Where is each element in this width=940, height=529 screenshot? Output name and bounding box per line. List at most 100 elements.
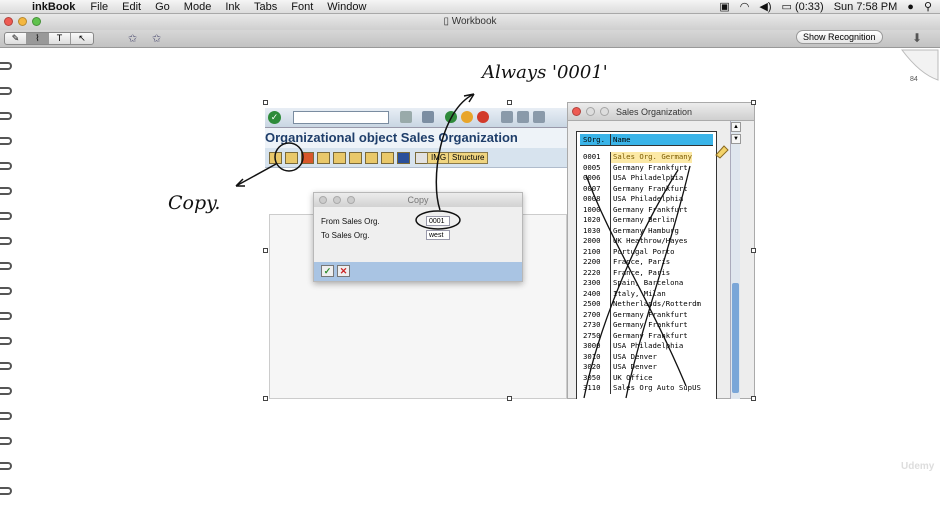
table-row[interactable]: 2300 Spain, Barcelona	[580, 278, 713, 289]
sap-find-next-icon[interactable]	[533, 111, 545, 123]
sap-command-field[interactable]	[293, 111, 389, 124]
scroll-down-icon[interactable]: ▼	[731, 134, 741, 144]
text-tool-button[interactable]: T	[49, 33, 71, 44]
sap-save-icon[interactable]	[422, 111, 434, 123]
spotlight-icon[interactable]: ⚲	[924, 0, 932, 13]
battery-status[interactable]: ▭ (0:33)	[781, 0, 823, 13]
table-row[interactable]: 0006 USA Philadelphia	[580, 173, 713, 184]
bookmark-remove-icon[interactable]: ✩	[152, 32, 161, 45]
table-row[interactable]: 3110 Sales Org Auto SupUS	[580, 383, 713, 394]
table-row[interactable]: 3050 UK Office	[580, 372, 713, 383]
table-row[interactable]: 0007 Germany Frankfurt	[580, 183, 713, 194]
table-row[interactable]: 3000 USA Philadelphia	[580, 341, 713, 352]
table-row[interactable]: 2500 Netherlands/Rotterdm	[580, 299, 713, 310]
sap-copy-org-icon[interactable]	[301, 152, 314, 164]
menu-font[interactable]: Font	[284, 1, 320, 13]
sap-tool-icon[interactable]	[269, 152, 282, 164]
table-row[interactable]: 2730 Germany Frankfurt	[580, 320, 713, 331]
scroll-up-icon[interactable]: ▲	[731, 122, 741, 132]
copy-close-button[interactable]	[319, 196, 327, 204]
table-row[interactable]: 2750 Germany Frankfurt	[580, 330, 713, 341]
sap-copy-icon[interactable]	[285, 152, 298, 164]
copy-minimize-button[interactable]	[333, 196, 341, 204]
sap-enter-icon[interactable]: ✓	[268, 111, 281, 124]
menu-mode[interactable]: Mode	[177, 1, 219, 13]
menu-go[interactable]: Go	[148, 1, 177, 13]
pen-tool-button[interactable]: ✎	[5, 33, 27, 44]
sap-cancel-icon[interactable]	[477, 111, 489, 123]
sap-structure-button[interactable]: Structure	[448, 152, 489, 164]
app-menu[interactable]: inkBook	[32, 1, 83, 13]
table-row[interactable]: 1020 Germany Berlin	[580, 215, 713, 226]
sap-print-icon[interactable]	[501, 111, 513, 123]
table-row[interactable]: 2700 Germany Frankfurt	[580, 309, 713, 320]
sales-org-close-button[interactable]	[572, 107, 581, 116]
from-sales-org-input[interactable]: 0001	[426, 216, 450, 226]
copy-dialog-footer: ✓ ✕	[314, 262, 522, 281]
sap-back-arrow-icon[interactable]	[400, 111, 412, 123]
table-row[interactable]: 2100 Portugal Porto	[580, 246, 713, 257]
copy-cancel-button[interactable]: ✕	[337, 265, 350, 277]
resize-handle[interactable]	[263, 100, 268, 105]
menu-ink[interactable]: Ink	[218, 1, 247, 13]
menu-window[interactable]: Window	[320, 1, 373, 13]
sap-check-icon[interactable]	[365, 152, 378, 164]
sap-exit-icon[interactable]	[461, 111, 473, 123]
volume-icon[interactable]: ◀)	[759, 0, 771, 13]
bookmark-add-icon[interactable]: ✩	[128, 32, 137, 45]
sales-org-zoom-button[interactable]	[600, 107, 609, 116]
download-icon[interactable]: ⬇	[912, 31, 922, 45]
scroll-thumb[interactable]	[732, 283, 739, 393]
page-curl-icon[interactable]	[900, 48, 940, 82]
show-recognition-button[interactable]: Show Recognition	[796, 30, 883, 44]
table-row[interactable]: 2200 France, Paris	[580, 257, 713, 268]
sap-back-icon[interactable]	[445, 111, 457, 123]
table-row[interactable]: 0008 USA Philadelphia	[580, 194, 713, 205]
sap-info-icon[interactable]	[397, 152, 410, 164]
binder-ring	[0, 412, 12, 420]
resize-handle[interactable]	[507, 100, 512, 105]
table-row[interactable]: 1000 Germany Frankfurt	[580, 204, 713, 215]
copy-confirm-button[interactable]: ✓	[321, 265, 334, 277]
resize-handle[interactable]	[751, 248, 756, 253]
resize-handle[interactable]	[751, 100, 756, 105]
clock[interactable]: Sun 7:58 PM	[834, 1, 898, 13]
sap-find-icon[interactable]	[517, 111, 529, 123]
table-row[interactable]: 2400 Italy, Milan	[580, 288, 713, 299]
resize-handle[interactable]	[751, 396, 756, 401]
sales-org-scrollbar[interactable]: ▲ ▼	[730, 121, 741, 399]
header-name[interactable]: Name	[611, 134, 631, 145]
to-sales-org-input[interactable]: west	[426, 230, 450, 240]
table-row[interactable]: 1030 Germany Hamburg	[580, 225, 713, 236]
name-cell: USA Philadelphia	[613, 194, 684, 203]
select-tool-button[interactable]: ↖	[71, 33, 93, 44]
resize-handle[interactable]	[263, 396, 268, 401]
highlighter-tool-button[interactable]: ⌇	[27, 33, 49, 44]
sap-screenshot[interactable]: ✓ Organizational object Sales Organizati…	[265, 102, 755, 399]
sap-transport-icon[interactable]	[333, 152, 346, 164]
table-row[interactable]: 0005 Germany Frankfurt	[580, 162, 713, 173]
wifi-icon[interactable]: ◠	[740, 0, 750, 13]
sap-move-icon[interactable]	[381, 152, 394, 164]
sap-img-button[interactable]: IMG	[427, 152, 451, 164]
ink-annotation-copy[interactable]: Copy.	[168, 192, 220, 214]
table-row[interactable]: 2000 UK Heathrow/Hayes	[580, 236, 713, 247]
sap-truck-icon[interactable]	[349, 152, 362, 164]
sap-delete-icon[interactable]	[317, 152, 330, 164]
table-row[interactable]: 2220 France, Paris	[580, 267, 713, 278]
user-icon[interactable]: ●	[907, 1, 914, 13]
resize-handle[interactable]	[507, 396, 512, 401]
table-row[interactable]: 0001 Sales Org. Germany	[580, 152, 713, 163]
screen-record-icon[interactable]: ▣	[719, 0, 729, 13]
ink-annotation-always[interactable]: Always '0001'	[482, 62, 608, 83]
name-cell: France, Paris	[613, 257, 671, 266]
copy-zoom-button[interactable]	[347, 196, 355, 204]
table-row[interactable]: 3020 USA Denver	[580, 362, 713, 373]
table-row[interactable]: 3010 USA Denver	[580, 351, 713, 362]
menu-file[interactable]: File	[83, 1, 115, 13]
header-sorg[interactable]: SOrg.	[580, 134, 611, 145]
menu-tabs[interactable]: Tabs	[247, 1, 284, 13]
menu-edit[interactable]: Edit	[115, 1, 148, 13]
sales-org-minimize-button[interactable]	[586, 107, 595, 116]
resize-handle[interactable]	[263, 248, 268, 253]
